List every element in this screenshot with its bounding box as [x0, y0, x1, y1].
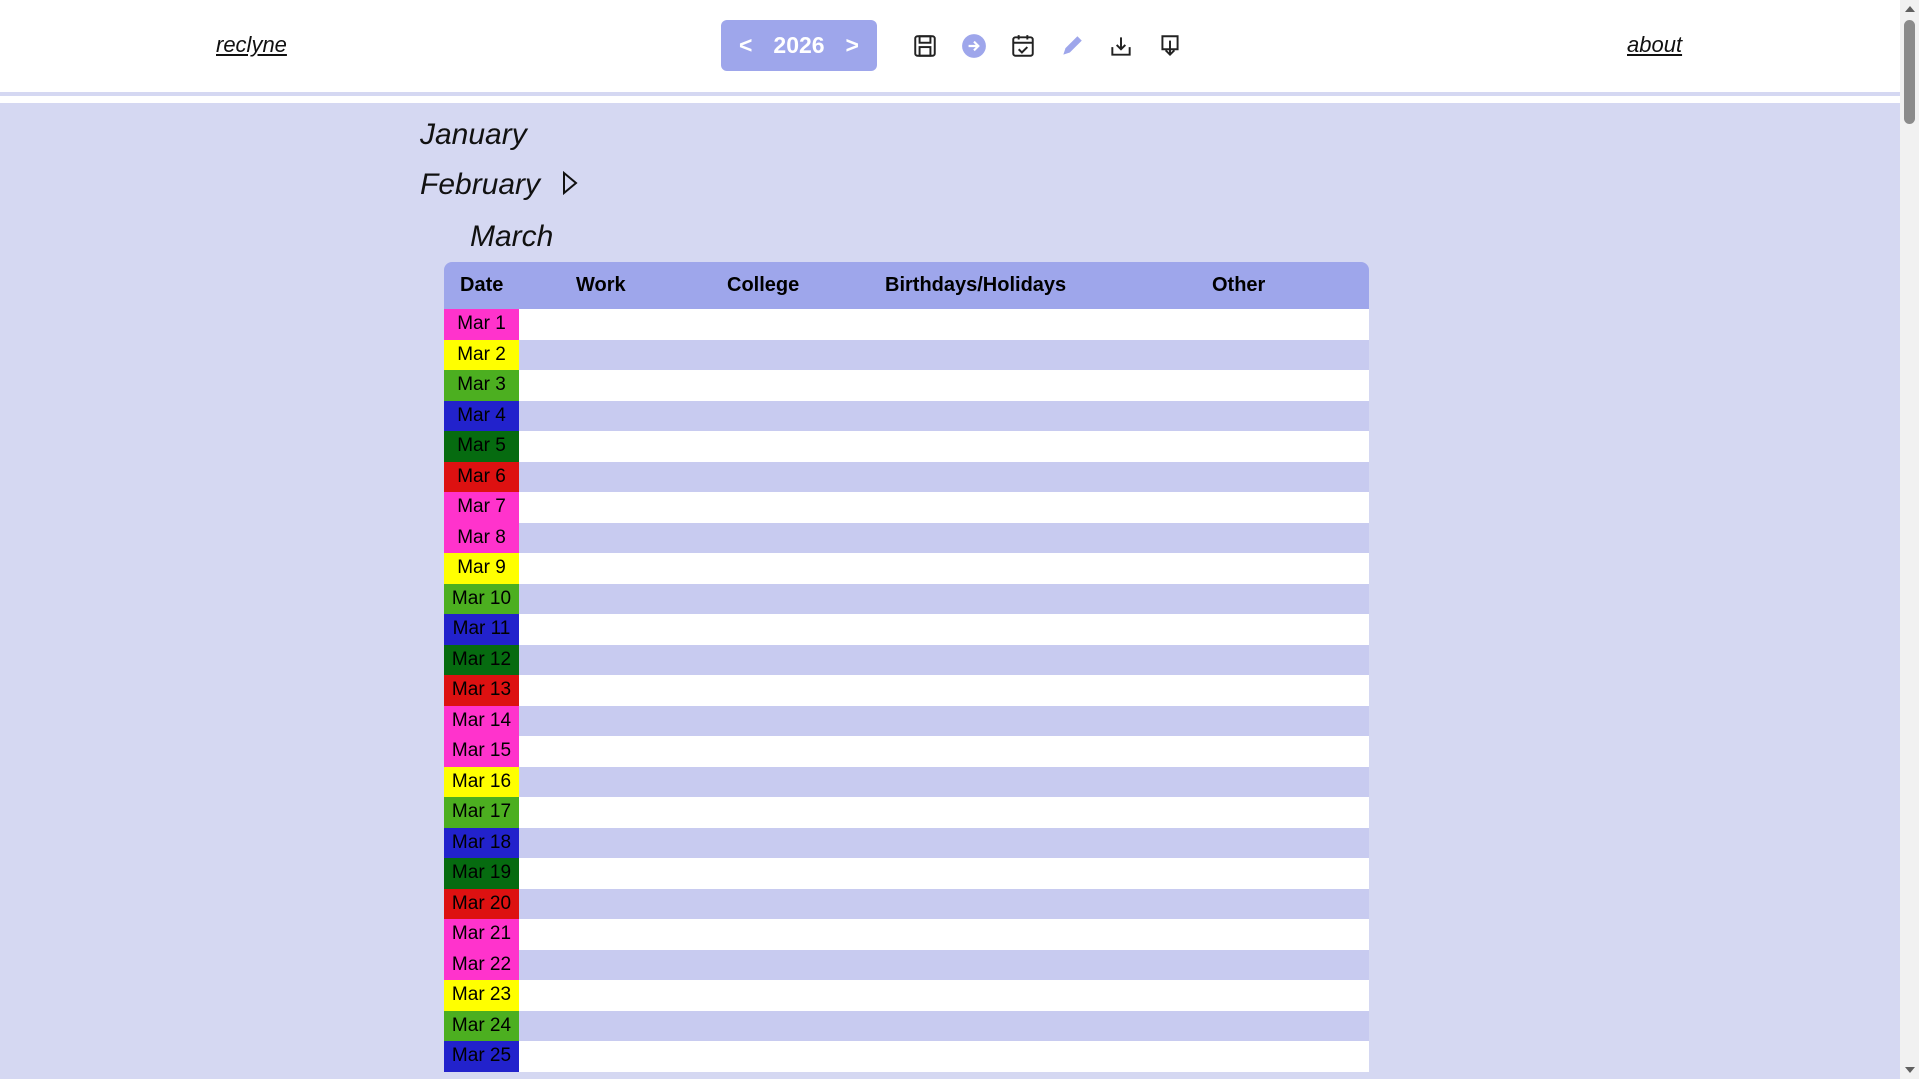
table-row[interactable]: Mar 16: [444, 766, 1369, 797]
col-date: Date: [460, 274, 504, 296]
scrollbar[interactable]: [1900, 0, 1919, 1079]
prev-year-button[interactable]: <: [721, 32, 770, 59]
toolbar-icons: [911, 32, 1184, 60]
date-cell: Mar 14: [444, 705, 519, 736]
month-march[interactable]: March: [470, 220, 553, 254]
download-icon[interactable]: [1107, 32, 1135, 60]
col-college: College: [727, 274, 800, 296]
table-row[interactable]: Mar 13: [444, 675, 1369, 706]
table-row[interactable]: Mar 9: [444, 553, 1369, 584]
table-row[interactable]: Mar 23: [444, 980, 1369, 1011]
date-cell: Mar 9: [444, 553, 519, 584]
month-february[interactable]: February: [420, 168, 578, 203]
table-row[interactable]: Mar 25: [444, 1041, 1369, 1072]
expand-triangle-icon[interactable]: [562, 169, 578, 203]
date-cell: Mar 10: [444, 583, 519, 614]
date-cell: Mar 6: [444, 461, 519, 492]
date-cell: Mar 7: [444, 492, 519, 523]
scroll-down-arrow[interactable]: [1905, 1067, 1915, 1073]
save-icon[interactable]: [911, 32, 939, 60]
table-header: Date Work College Birthdays/Holidays Oth…: [444, 262, 1369, 309]
date-cell: Mar 4: [444, 400, 519, 431]
table-row[interactable]: Mar 3: [444, 370, 1369, 401]
table-row[interactable]: Mar 10: [444, 583, 1369, 614]
date-cell: Mar 12: [444, 644, 519, 675]
table-row[interactable]: Mar 18: [444, 827, 1369, 858]
table-row[interactable]: Mar 12: [444, 644, 1369, 675]
table-row[interactable]: Mar 6: [444, 461, 1369, 492]
date-cell: Mar 2: [444, 339, 519, 370]
table-row[interactable]: Mar 8: [444, 522, 1369, 553]
date-cell: Mar 21: [444, 919, 519, 950]
top-bar: reclyne < 2026 > about: [0, 0, 1900, 92]
table-row[interactable]: Mar 2: [444, 339, 1369, 370]
scroll-up-arrow[interactable]: [1905, 6, 1915, 12]
table-row[interactable]: Mar 15: [444, 736, 1369, 767]
table-row[interactable]: Mar 5: [444, 431, 1369, 462]
col-other: Other: [1212, 274, 1266, 296]
next-year-button[interactable]: >: [828, 32, 877, 59]
table-row[interactable]: Mar 24: [444, 1010, 1369, 1041]
date-cell: Mar 1: [444, 309, 519, 340]
col-work: Work: [576, 274, 626, 296]
arrow-right-circle-icon[interactable]: [960, 32, 988, 60]
table-row[interactable]: Mar 4: [444, 400, 1369, 431]
date-cell: Mar 22: [444, 949, 519, 980]
table-row[interactable]: Mar 11: [444, 614, 1369, 645]
date-cell: Mar 11: [444, 614, 519, 645]
table-row[interactable]: Mar 19: [444, 858, 1369, 889]
date-cell: Mar 19: [444, 858, 519, 889]
date-cell: Mar 24: [444, 1010, 519, 1041]
date-cell: Mar 3: [444, 370, 519, 401]
march-table: Date Work College Birthdays/Holidays Oth…: [444, 262, 1369, 1072]
scrollbar-thumb[interactable]: [1904, 20, 1915, 124]
year-navigator: < 2026 >: [721, 20, 877, 71]
date-cell: Mar 18: [444, 827, 519, 858]
col-birthdays-holidays: Birthdays/Holidays: [885, 274, 1067, 296]
date-cell: Mar 20: [444, 888, 519, 919]
date-cell: Mar 23: [444, 980, 519, 1011]
date-cell: Mar 25: [444, 1041, 519, 1072]
table-row[interactable]: Mar 1: [444, 309, 1369, 340]
brand-link[interactable]: reclyne: [216, 32, 287, 58]
pencil-icon[interactable]: [1058, 32, 1086, 60]
date-cell: Mar 13: [444, 675, 519, 706]
calendar-check-icon[interactable]: [1009, 32, 1037, 60]
table-row[interactable]: Mar 21: [444, 919, 1369, 950]
table-row[interactable]: Mar 14: [444, 705, 1369, 736]
date-cell: Mar 16: [444, 766, 519, 797]
month-january[interactable]: January: [420, 118, 527, 152]
table-row[interactable]: Mar 20: [444, 888, 1369, 919]
table-row[interactable]: Mar 17: [444, 797, 1369, 828]
bookmark-down-icon[interactable]: [1156, 32, 1184, 60]
year-label: 2026: [773, 32, 825, 58]
date-cell: Mar 15: [444, 736, 519, 767]
about-link[interactable]: about: [1627, 32, 1682, 58]
table-row[interactable]: Mar 22: [444, 949, 1369, 980]
month-february-label: February: [420, 168, 541, 201]
table-row[interactable]: Mar 7: [444, 492, 1369, 523]
divider: [0, 96, 1900, 103]
table-body: Mar 1 Mar 2 Mar 3 Mar 4 Mar 5 Mar 6 Mar 7 Mar 8…: [444, 309, 1369, 1072]
date-cell: Mar 8: [444, 522, 519, 553]
date-cell: Mar 5: [444, 431, 519, 462]
date-cell: Mar 17: [444, 797, 519, 828]
